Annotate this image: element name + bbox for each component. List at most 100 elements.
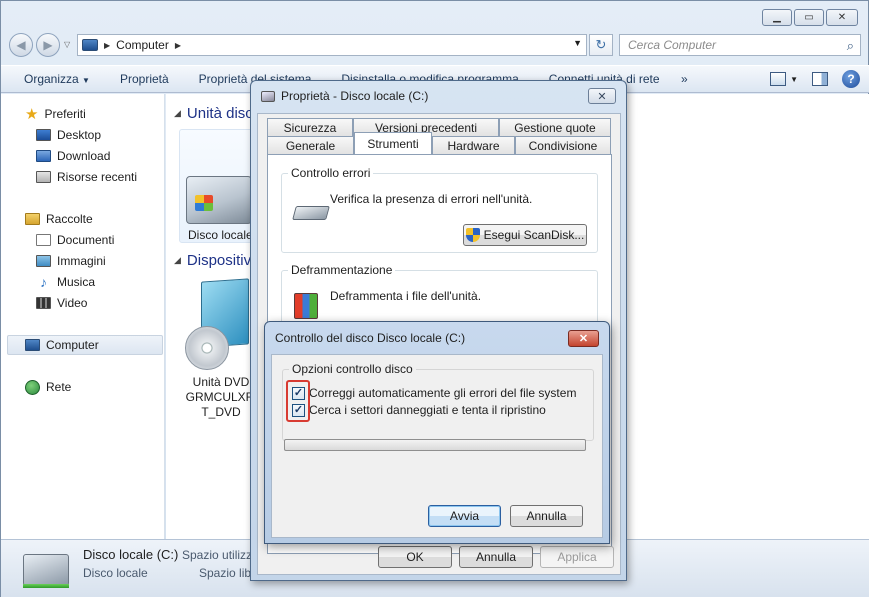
sidebar-item-music[interactable]: ♪ Musica	[36, 272, 95, 292]
group-header-removable[interactable]: ◢ Dispositivi	[174, 252, 254, 269]
disk-usage-bar	[23, 584, 69, 588]
sidebar-item-documents[interactable]: Documenti	[36, 230, 114, 250]
tab-tools[interactable]: Strumenti	[354, 132, 432, 154]
tab-sharing[interactable]: Condivisione	[515, 136, 611, 154]
preview-pane-icon[interactable]	[812, 72, 828, 86]
group-title: Dispositivi	[186, 252, 255, 269]
checkbox-highlight-box	[286, 380, 310, 422]
run-scandisk-button[interactable]: Esegui ScanDisk...	[463, 224, 587, 246]
breadcrumb-computer[interactable]: Computer	[116, 38, 169, 52]
sidebar-item-recent[interactable]: Risorse recenti	[36, 167, 137, 187]
error-check-description: Verifica la presenza di errori nell'unit…	[330, 192, 533, 206]
forward-arrow-icon: ▶	[43, 38, 53, 52]
group-label: Deframmentazione	[288, 263, 396, 277]
group-header-hard-disks[interactable]: ◢ Unità disco	[174, 105, 261, 122]
uac-shield-icon	[465, 228, 480, 242]
computer-icon	[82, 39, 98, 51]
sidebar-item-label: Download	[57, 149, 111, 163]
desktop-icon	[36, 129, 51, 141]
navigation-pane: ★ Preferiti Desktop Download Risorse rec…	[1, 94, 165, 539]
forward-button[interactable]: ▶	[36, 33, 60, 57]
cancel-button[interactable]: Annulla	[459, 546, 533, 568]
sidebar-item-pictures[interactable]: Immagini	[36, 251, 106, 271]
refresh-button[interactable]: ↻	[589, 34, 613, 56]
drive-icon	[261, 90, 275, 102]
fix-errors-label: Correggi automaticamente gli errori del …	[309, 386, 577, 400]
search-icon[interactable]: ⌕	[847, 38, 854, 54]
tab-general[interactable]: Generale	[267, 136, 354, 154]
tab-quota[interactable]: Gestione quote	[499, 118, 611, 136]
videos-icon	[36, 297, 51, 309]
help-icon[interactable]: ?	[842, 70, 860, 88]
search-input[interactable]: Cerca Computer ⌕	[619, 34, 861, 56]
sidebar-item-network[interactable]: Rete	[25, 377, 71, 397]
chevron-down-icon: ▼	[82, 76, 90, 85]
sidebar-item-desktop[interactable]: Desktop	[36, 125, 101, 145]
group-label: Opzioni controllo disco	[289, 362, 416, 376]
defrag-icon	[294, 293, 318, 319]
sidebar-item-label: Documenti	[57, 233, 115, 247]
details-name: Disco locale (C:)	[83, 547, 179, 562]
search-placeholder: Cerca Computer	[628, 38, 717, 52]
address-bar[interactable]: ▶ Computer ▶ ▼	[77, 34, 587, 56]
tab-security[interactable]: Sicurezza	[267, 118, 353, 136]
music-icon: ♪	[40, 274, 47, 290]
start-button[interactable]: Avvia	[428, 505, 501, 527]
organize-menu[interactable]: Organizza ▼	[24, 72, 90, 86]
scan-sectors-option[interactable]: ✓ Cerca i settori danneggiati e tenta il…	[292, 403, 546, 417]
back-button[interactable]: ◀	[9, 33, 33, 57]
check-disk-cancel-button[interactable]: Annulla	[510, 505, 583, 527]
close-icon: ✕	[578, 333, 589, 345]
local-disk-item[interactable]: Disco locale	[179, 129, 257, 243]
sidebar-item-label: Video	[57, 296, 88, 310]
minimize-button[interactable]: ▁	[762, 9, 792, 26]
view-icon	[770, 72, 787, 86]
maximize-icon: ▭	[804, 12, 814, 23]
tab-hardware[interactable]: Hardware	[432, 136, 515, 154]
change-view-button[interactable]: ▼	[770, 72, 798, 86]
hard-drive-icon	[186, 176, 252, 224]
chevron-down-icon: ▼	[790, 74, 798, 84]
more-commands-button[interactable]: »	[681, 72, 688, 86]
hard-drive-icon	[292, 206, 330, 220]
defrag-description: Deframmenta i file dell'unità.	[330, 289, 482, 303]
close-icon: ✕	[597, 90, 607, 103]
check-disk-close-button[interactable]: ✕	[568, 330, 599, 347]
recent-pages-dropdown-icon[interactable]: ▽	[64, 40, 70, 49]
sidebar-item-label: Computer	[46, 338, 99, 352]
maximize-button[interactable]: ▭	[794, 9, 824, 26]
run-scandisk-label: Esegui ScanDisk...	[483, 228, 585, 242]
sidebar-item-libraries[interactable]: Raccolte	[25, 209, 93, 229]
dvd-drive-item[interactable]: Unità DVD GRMCULXFI T_DVD	[179, 274, 257, 424]
sidebar-item-computer[interactable]: Computer	[7, 335, 163, 355]
sidebar-item-label: Raccolte	[46, 212, 93, 226]
sidebar-item-label: Risorse recenti	[57, 170, 138, 184]
sidebar-item-favorites[interactable]: ★ Preferiti	[25, 104, 86, 124]
breadcrumb-chevron-icon[interactable]: ▶	[104, 41, 110, 50]
sidebar-item-download[interactable]: Download	[36, 146, 110, 166]
dvd-disc-icon	[185, 326, 229, 370]
libraries-icon	[25, 213, 40, 225]
navigation-bar: ◀ ▶ ▽ ▶ Computer ▶ ▼ ↻ Cerca Computer ⌕	[1, 29, 869, 61]
check-disk-progress-bar	[284, 439, 586, 451]
group-label: Controllo errori	[288, 166, 374, 180]
fix-errors-option[interactable]: ✓ Correggi automaticamente gli errori de…	[292, 386, 576, 400]
properties-command[interactable]: Proprietà	[120, 72, 169, 86]
documents-icon	[36, 234, 51, 246]
pictures-icon	[36, 255, 51, 267]
breadcrumb-chevron-icon[interactable]: ▶	[175, 41, 181, 50]
close-window-button[interactable]: ✕	[826, 9, 858, 26]
dialog-title: Proprietà - Disco locale (C:)	[281, 89, 429, 103]
check-disk-title: Controllo del disco Disco locale (C:)	[275, 331, 466, 345]
error-check-group: Controllo errori Verifica la presenza di…	[281, 166, 598, 253]
sidebar-item-videos[interactable]: Video	[36, 293, 87, 313]
organize-label: Organizza	[24, 72, 79, 86]
check-disk-body: Opzioni controllo disco ✓ Correggi autom…	[271, 354, 603, 538]
dialog-close-button[interactable]: ✕	[588, 88, 616, 104]
ok-button[interactable]: OK	[378, 546, 452, 568]
star-icon: ★	[25, 105, 39, 123]
address-dropdown-icon[interactable]: ▼	[573, 38, 582, 48]
apply-button[interactable]: Applica	[540, 546, 614, 568]
details-type: Disco locale	[83, 566, 148, 580]
minimize-icon: ▁	[773, 12, 781, 23]
